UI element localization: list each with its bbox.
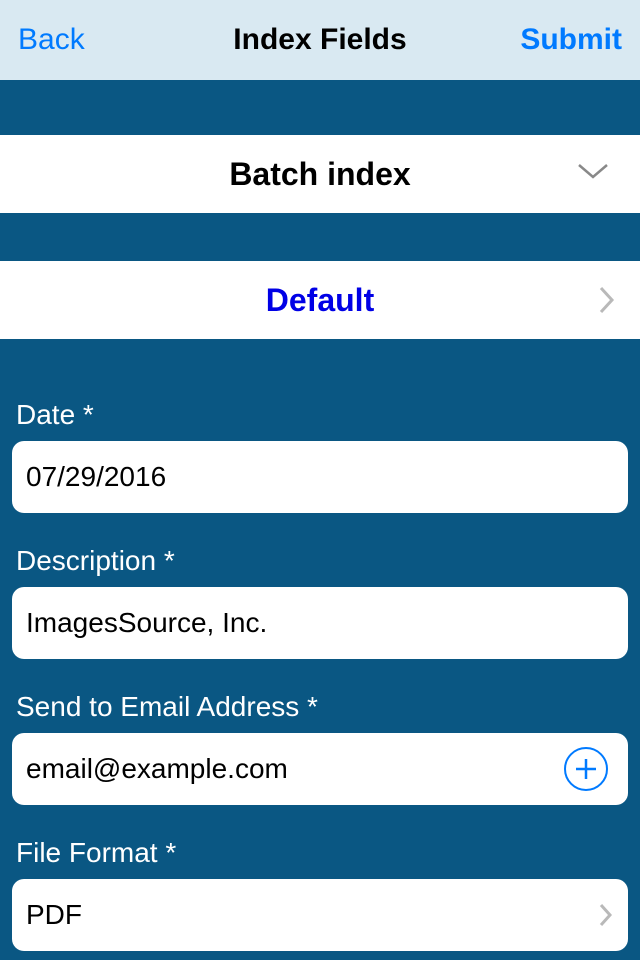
default-row[interactable]: Default bbox=[0, 261, 640, 339]
add-email-button[interactable] bbox=[564, 747, 608, 791]
spacer bbox=[0, 80, 640, 135]
batch-index-label: Batch index bbox=[229, 156, 410, 193]
plus-icon bbox=[573, 756, 599, 782]
email-field[interactable] bbox=[12, 733, 628, 805]
email-label: Send to Email Address * bbox=[12, 679, 628, 733]
batch-index-row[interactable]: Batch index bbox=[0, 135, 640, 213]
page-title: Index Fields bbox=[233, 23, 406, 57]
description-field[interactable] bbox=[12, 587, 628, 659]
date-field[interactable] bbox=[12, 441, 628, 513]
file-format-label: File Format * bbox=[12, 825, 628, 879]
email-input[interactable] bbox=[26, 753, 564, 785]
chevron-down-icon bbox=[576, 162, 610, 182]
file-format-value: PDF bbox=[26, 899, 598, 931]
form-area: Date * Description * Send to Email Addre… bbox=[0, 339, 640, 951]
chevron-right-icon bbox=[598, 285, 616, 315]
navbar: Back Index Fields Submit bbox=[0, 0, 640, 80]
back-button[interactable]: Back bbox=[18, 23, 85, 57]
default-label: Default bbox=[266, 282, 374, 319]
date-label: Date * bbox=[12, 387, 628, 441]
chevron-right-icon bbox=[598, 902, 614, 928]
spacer bbox=[0, 213, 640, 261]
description-input[interactable] bbox=[26, 607, 614, 639]
submit-button[interactable]: Submit bbox=[520, 23, 622, 57]
date-input[interactable] bbox=[26, 461, 614, 493]
file-format-field[interactable]: PDF bbox=[12, 879, 628, 951]
description-label: Description * bbox=[12, 533, 628, 587]
